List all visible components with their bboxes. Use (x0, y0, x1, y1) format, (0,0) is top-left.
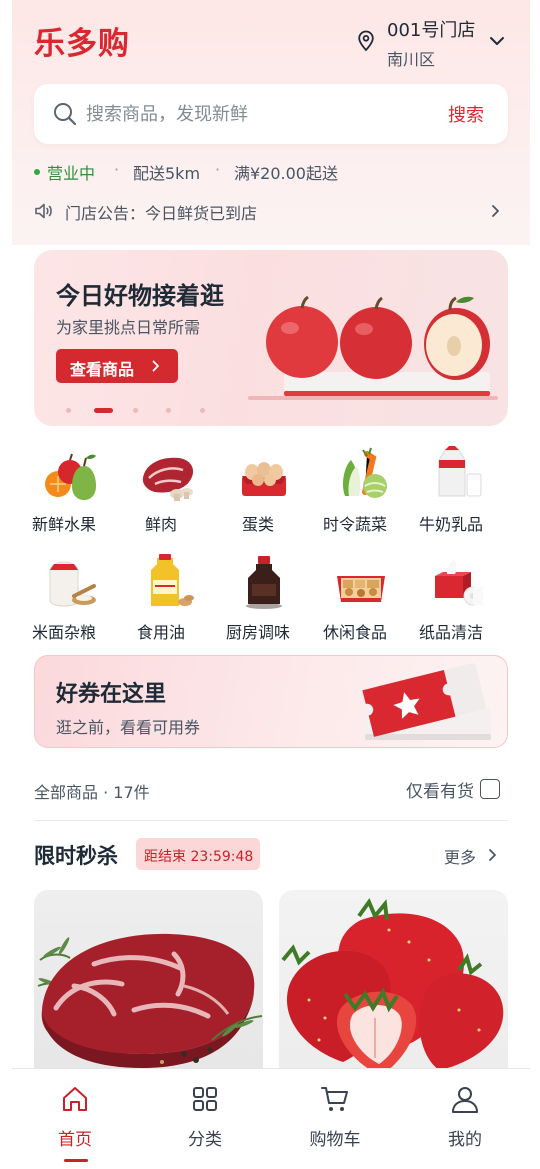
separator-dot: · (114, 160, 120, 179)
countdown-badge: 距结束 23:59:48 (136, 838, 260, 870)
category-item[interactable]: 米面杂粮 (14, 548, 114, 648)
tissue-icon (435, 560, 483, 606)
rice-flour-icon (49, 561, 96, 607)
category-label: 休闲食品 (322, 623, 387, 642)
banner-title: 今日好物接着逛 (56, 282, 224, 310)
category-label: 食用油 (136, 623, 185, 642)
carousel-dot[interactable] (166, 408, 171, 413)
notice-text: 门店公告：今日鲜货已到店 (65, 204, 258, 223)
fruit-icon (45, 453, 96, 500)
category-label: 米面杂粮 (31, 623, 96, 642)
flash-sale-title: 限时秒杀 (34, 844, 118, 868)
category-label: 时令蔬菜 (322, 515, 387, 534)
store-district: 南川区 (387, 50, 436, 69)
product-card[interactable] (34, 890, 263, 1080)
category-label: 新鲜水果 (31, 515, 96, 534)
search-bar: 搜索 (34, 84, 508, 144)
open-status: 营业中 (47, 164, 96, 183)
coupon-title: 好券在这里 (56, 682, 167, 707)
brand-logo: 乐多购 (34, 26, 130, 62)
carousel-dot[interactable] (94, 408, 113, 413)
coupon-banner[interactable]: 好券在这里 逛之前，看看可用券 (34, 655, 508, 748)
chevron-right-icon[interactable] (488, 848, 498, 862)
category-item[interactable]: 时令蔬菜 (305, 440, 405, 540)
product-count: 全部商品 · 17件 (34, 783, 150, 802)
search-icon (54, 103, 77, 126)
in-stock-checkbox[interactable] (480, 779, 500, 799)
user-icon (452, 1087, 478, 1113)
tab-label: 分类 (188, 1130, 222, 1150)
category-grid: 新鲜水果 鲜肉 蛋类 时令蔬菜 牛奶乳品米面杂粮 食用油 厨房调味 休闲食品 纸品清洁 (14, 440, 526, 650)
store-selector[interactable]: 001号门店 南川区 (356, 14, 516, 69)
tab-home[interactable]: 首页 (20, 1069, 130, 1169)
category-label: 蛋类 (241, 515, 274, 534)
tab-cart[interactable]: 购物车 (280, 1069, 390, 1169)
speaker-icon (35, 203, 52, 219)
category-item[interactable]: 蛋类 (208, 440, 308, 540)
cart-icon (321, 1087, 348, 1111)
active-tab-indicator (64, 1159, 88, 1162)
chevron-right-icon (152, 360, 159, 372)
category-item[interactable]: 新鲜水果 (14, 440, 114, 540)
delivery-range: 配送5km (133, 164, 201, 183)
promo-banner[interactable]: 今日好物接着逛 为家里挑点日常所需 查看商品 (34, 250, 508, 426)
carousel-dot[interactable] (66, 408, 71, 413)
category-item[interactable]: 纸品清洁 (401, 548, 501, 648)
cta-label: 查看商品 (70, 360, 135, 379)
view-products-button[interactable]: 查看商品 (56, 349, 178, 383)
category-item[interactable]: 牛奶乳品 (401, 440, 501, 540)
countdown-text: 距结束 23:59:48 (144, 849, 254, 865)
category-label: 厨房调味 (225, 623, 290, 642)
bottom-tab-bar: 首页 分类 购物车 我的 (12, 1068, 530, 1169)
category-label: 鲜肉 (144, 515, 177, 534)
location-pin-icon (358, 30, 374, 52)
vegetables-icon (343, 447, 387, 498)
apples-illustration (248, 295, 498, 400)
carousel-dot[interactable] (200, 408, 205, 413)
open-status-dot (34, 169, 40, 175)
store-name: 001号门店 (387, 20, 476, 41)
chevron-down-icon (490, 37, 504, 45)
in-stock-label: 仅看有货 (406, 782, 474, 802)
carousel-dot[interactable] (133, 408, 138, 413)
store-notice[interactable]: 门店公告：今日鲜货已到店 (34, 198, 506, 224)
search-button[interactable]: 搜索 (448, 101, 484, 127)
more-link[interactable]: 更多 (444, 844, 476, 868)
coupon-subtitle: 逛之前，看看可用券 (56, 718, 201, 737)
strawberry-image (281, 897, 504, 1076)
flash-sale-header: 限时秒杀 距结束 23:59:48 更多 (34, 838, 508, 872)
category-item[interactable]: 食用油 (111, 548, 211, 648)
chevron-right-icon (492, 205, 499, 217)
category-label: 纸品清洁 (418, 623, 483, 642)
tab-label: 首页 (58, 1130, 92, 1150)
product-filter-row: 全部商品 · 17件 仅看有货 (34, 777, 508, 803)
snacks-icon (337, 576, 385, 602)
category-item[interactable]: 鲜肉 (111, 440, 211, 540)
tab-user[interactable]: 我的 (410, 1069, 520, 1169)
soy-sauce-icon (246, 556, 282, 609)
category-item[interactable]: 厨房调味 (208, 548, 308, 648)
steak-image (37, 933, 263, 1068)
carousel-indicator (34, 406, 508, 414)
category-item[interactable]: 休闲食品 (305, 548, 405, 648)
tab-label: 购物车 (309, 1130, 361, 1150)
grid-icon (193, 1087, 217, 1111)
coupon-ticket-icon (362, 663, 491, 740)
section-divider (34, 820, 508, 821)
meat-icon (142, 457, 194, 501)
min-order: 满¥20.00起送 (234, 164, 338, 183)
eggs-icon (242, 462, 286, 496)
separator-dot: · (215, 160, 221, 179)
banner-subtitle: 为家里挑点日常所需 (56, 318, 201, 337)
milk-icon (438, 446, 482, 497)
tab-grid[interactable]: 分类 (150, 1069, 260, 1169)
product-card[interactable] (279, 890, 508, 1080)
category-label: 牛奶乳品 (418, 515, 483, 534)
home-icon (63, 1087, 87, 1111)
tab-label: 我的 (448, 1130, 482, 1150)
search-input[interactable] (86, 96, 416, 132)
cooking-oil-icon (151, 554, 194, 606)
